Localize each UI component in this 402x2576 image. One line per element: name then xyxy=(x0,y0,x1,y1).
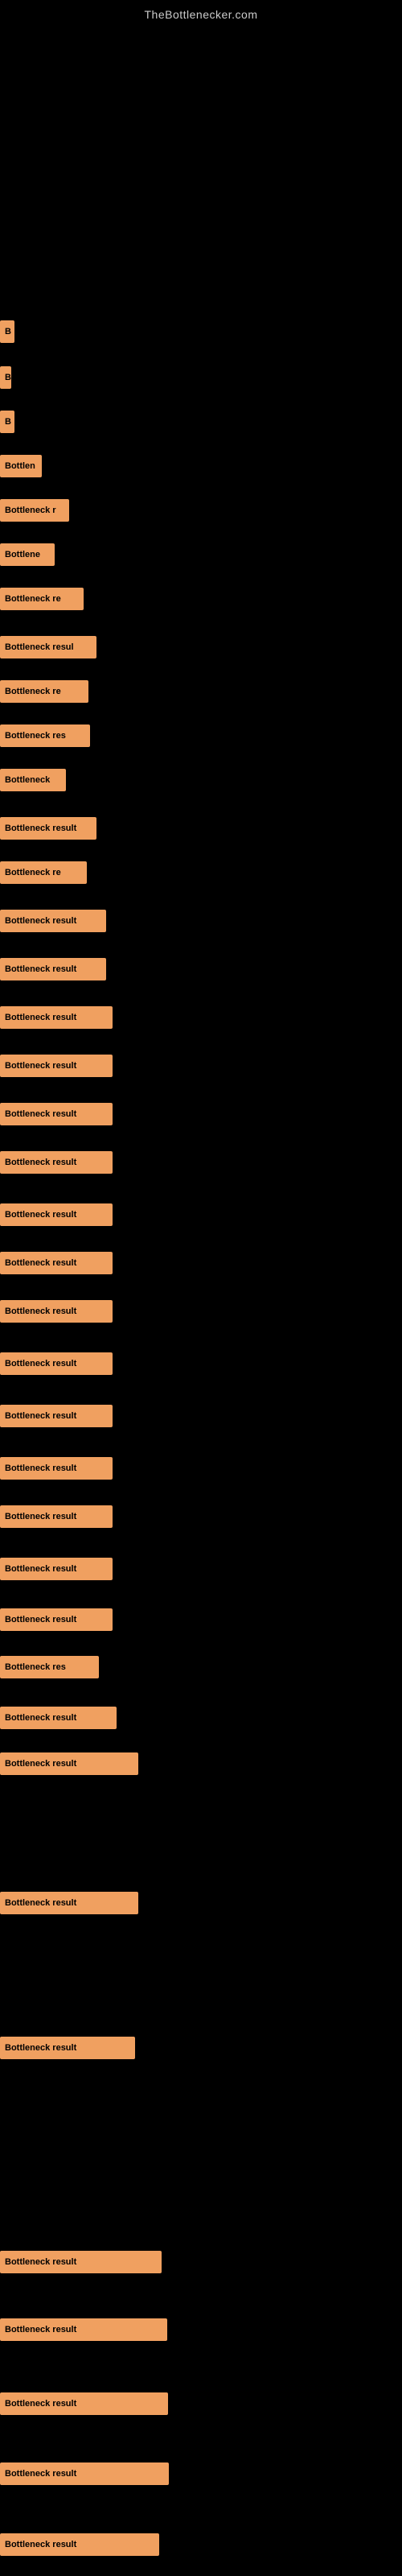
bar-item: Bottleneck result xyxy=(0,2037,135,2059)
bar-item: Bottleneck res xyxy=(0,724,90,747)
bar-label-text: Bottleneck result xyxy=(0,2462,169,2485)
bar-label-text: Bottleneck res xyxy=(0,724,90,747)
bar-item: Bottleneck r xyxy=(0,499,69,522)
bar-label-text: Bottleneck result xyxy=(0,817,96,840)
bar-label-text: Bottleneck result xyxy=(0,2037,135,2059)
bar-label-text: Bottleneck re xyxy=(0,861,87,884)
bar-label-text: Bottleneck result xyxy=(0,1707,117,1729)
bar-label-text: Bottleneck result xyxy=(0,1352,113,1375)
bar-label-text: Bottleneck result xyxy=(0,1457,113,1480)
bar-item: Bottlen xyxy=(0,455,42,477)
site-title: TheBottlenecker.com xyxy=(0,0,402,25)
bar-label-text: Bottleneck result xyxy=(0,1892,138,1914)
bar-item: Bottleneck result xyxy=(0,1405,113,1427)
bar-label-text: B xyxy=(0,366,11,389)
bar-label-text: Bottleneck r xyxy=(0,499,69,522)
bar-item: Bottleneck result xyxy=(0,1252,113,1274)
bar-label-text: Bottleneck result xyxy=(0,1752,138,1775)
bar-item: Bottleneck result xyxy=(0,1505,113,1528)
bar-item: Bottleneck result xyxy=(0,2251,162,2273)
bar-label-text: Bottleneck result xyxy=(0,1505,113,1528)
bar-label-text: Bottleneck result xyxy=(0,1300,113,1323)
bar-item: Bottleneck result xyxy=(0,1352,113,1375)
bar-item: Bottleneck result xyxy=(0,2462,169,2485)
bar-label-text: Bottlene xyxy=(0,543,55,566)
bar-item: Bottleneck result xyxy=(0,1055,113,1077)
bar-item: Bottleneck re xyxy=(0,680,88,703)
bar-item: Bottleneck resul xyxy=(0,636,96,658)
bar-label-text: Bottleneck re xyxy=(0,680,88,703)
bar-item: Bottleneck result xyxy=(0,2318,167,2341)
bar-item: Bottlene xyxy=(0,543,55,566)
bar-item: Bottleneck result xyxy=(0,1892,138,1914)
bar-label-text: Bottleneck result xyxy=(0,1608,113,1631)
bar-item: Bottleneck result xyxy=(0,1457,113,1480)
bar-item: Bottleneck result xyxy=(0,2533,159,2556)
bar-item: Bottleneck xyxy=(0,769,66,791)
bar-label-text: Bottleneck result xyxy=(0,1252,113,1274)
bar-label-text: Bottleneck result xyxy=(0,1405,113,1427)
bar-item: Bottleneck result xyxy=(0,1300,113,1323)
bar-label-text: Bottleneck result xyxy=(0,1006,113,1029)
bar-label-text: Bottleneck result xyxy=(0,958,106,980)
bar-label-text: Bottleneck res xyxy=(0,1656,99,1678)
bar-item: Bottleneck res xyxy=(0,1656,99,1678)
bar-item: Bottleneck re xyxy=(0,588,84,610)
bar-label-text: Bottleneck result xyxy=(0,910,106,932)
bar-item: B xyxy=(0,411,14,433)
bar-item: Bottleneck result xyxy=(0,1752,138,1775)
bar-item: B xyxy=(0,366,11,389)
bar-label-text: Bottleneck result xyxy=(0,1558,113,1580)
bar-item: Bottleneck result xyxy=(0,1707,117,1729)
bar-label-text: Bottlen xyxy=(0,455,42,477)
bar-label-text: B xyxy=(0,411,14,433)
bar-label-text: Bottleneck result xyxy=(0,1203,113,1226)
bar-label-text: Bottleneck result xyxy=(0,1151,113,1174)
bar-item: Bottleneck result xyxy=(0,1151,113,1174)
bar-item: B xyxy=(0,320,14,343)
bar-label-text: B xyxy=(0,320,14,343)
bar-label-text: Bottleneck result xyxy=(0,2533,159,2556)
bar-item: Bottleneck result xyxy=(0,1203,113,1226)
bar-item: Bottleneck result xyxy=(0,1558,113,1580)
bar-label-text: Bottleneck result xyxy=(0,2318,167,2341)
bar-label-text: Bottleneck result xyxy=(0,1055,113,1077)
bar-label-text: Bottleneck result xyxy=(0,2392,168,2415)
bar-label-text: Bottleneck xyxy=(0,769,66,791)
bar-item: Bottleneck result xyxy=(0,2392,168,2415)
bar-label-text: Bottleneck result xyxy=(0,2251,162,2273)
bar-item: Bottleneck result xyxy=(0,958,106,980)
bar-label-text: Bottleneck re xyxy=(0,588,84,610)
bar-item: Bottleneck result xyxy=(0,1006,113,1029)
bar-label-text: Bottleneck result xyxy=(0,1103,113,1125)
bar-item: Bottleneck result xyxy=(0,1103,113,1125)
bar-item: Bottleneck result xyxy=(0,910,106,932)
bar-item: Bottleneck result xyxy=(0,817,96,840)
bar-item: Bottleneck result xyxy=(0,1608,113,1631)
bar-label-text: Bottleneck resul xyxy=(0,636,96,658)
bar-item: Bottleneck re xyxy=(0,861,87,884)
